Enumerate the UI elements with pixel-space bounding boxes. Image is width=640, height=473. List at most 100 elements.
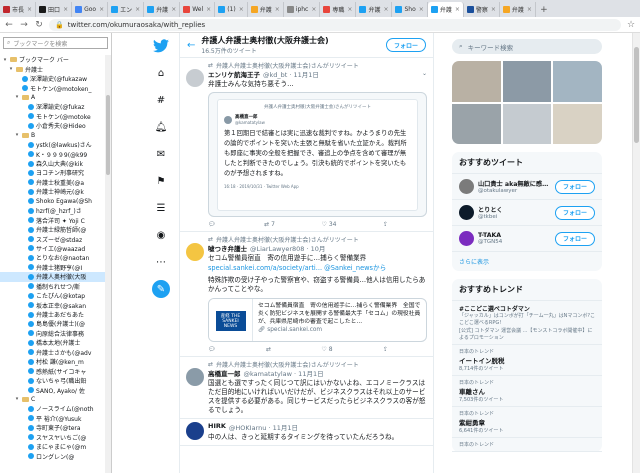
bookmark-search-input[interactable]: ⌕ ブックマークを検索	[3, 37, 108, 49]
back-arrow-icon[interactable]: ←	[4, 20, 14, 30]
follow-button[interactable]: フォロー	[554, 231, 595, 246]
close-icon[interactable]: ×	[206, 6, 211, 13]
close-icon[interactable]: ×	[311, 6, 316, 13]
bookmark-item[interactable]: ないちゃ弓(職出鉛	[0, 376, 105, 385]
bookmark-item[interactable]: 橋本太地(弁護士	[0, 338, 105, 347]
bookmark-item[interactable]: 深澤諭史(@fukaz	[0, 102, 105, 111]
profile-icon[interactable]: ◉	[152, 226, 170, 244]
search-input[interactable]: ⌕ キーワード検索	[452, 39, 602, 54]
close-icon[interactable]: ×	[63, 6, 68, 13]
bookmark-item[interactable]: 播制ちれせつ/斯	[0, 282, 105, 291]
bookmark-folder[interactable]: ▾ B	[0, 131, 105, 140]
avatar[interactable]	[186, 69, 204, 87]
page-scroll-thumb[interactable]	[634, 47, 639, 143]
chevron-down-icon[interactable]: ⌄	[422, 70, 427, 77]
suggested-user[interactable]: 山口貴士 aka無敵に感じ… @otakulawyer フォロー	[452, 174, 602, 200]
close-icon[interactable]: ×	[527, 6, 532, 13]
bookmark-item[interactable]: ロングレン(@	[0, 451, 105, 461]
envelope-icon[interactable]: ✉	[152, 145, 170, 163]
bookmark-item[interactable]: 坂本正幸(@sakan	[0, 300, 105, 310]
trend-item[interactable]: 日本のトレンド 車離さん 7,503件のツイート	[452, 376, 602, 407]
bookmark-icon[interactable]: ⚑	[152, 172, 170, 190]
media-thumbnail[interactable]	[553, 61, 602, 102]
user-name[interactable]: HIRK	[208, 422, 226, 432]
follow-button[interactable]: フォロー	[554, 205, 595, 220]
bookmark-item[interactable]: 落合洋司 ✦ Yoji C	[0, 215, 105, 225]
close-icon[interactable]: ×	[239, 6, 244, 13]
chevron-down-icon[interactable]: ▾	[14, 396, 20, 402]
avatar[interactable]	[459, 205, 474, 220]
bookmark-item[interactable]: 弁護士さかも(@adv	[0, 348, 105, 357]
browser-tab[interactable]: 弁護 ×	[500, 2, 536, 17]
bookmark-item[interactable]: 感熱紙(サイコキャ	[0, 366, 105, 376]
hashtag-explore-icon[interactable]: #	[152, 91, 170, 109]
bookmark-item[interactable]: 向原総合法律事務	[0, 329, 105, 338]
bookmark-item[interactable]: 森久山大典(@kik	[0, 159, 105, 168]
media-thumbnail[interactable]	[452, 61, 501, 102]
tweet[interactable]: ⇄ 弁護人弁護士奥村徹(大阪弁護士会)さんがリツイート 高橋直一郎 @kamat…	[180, 357, 433, 419]
home-icon[interactable]: ⌂	[152, 64, 170, 82]
close-icon[interactable]: ×	[455, 6, 460, 13]
bookmark-item[interactable]: 弁護士あだちあた	[0, 310, 105, 319]
more-circle-icon[interactable]: ⋯	[152, 253, 170, 271]
close-icon[interactable]: ×	[275, 6, 280, 13]
media-grid[interactable]	[452, 61, 602, 144]
bookmark-item[interactable]: 寺町東子(@tera	[0, 423, 105, 432]
suggested-user[interactable]: T-TAKA @TGN54 フォロー	[452, 226, 602, 252]
tweet[interactable]: HIRK @HOKIarnu · 11月1日 中の人は、きっと延期するタイミング…	[180, 419, 433, 446]
avatar[interactable]	[459, 179, 474, 194]
bookmark-item[interactable]: hzrf(@_hzrf_)さ	[0, 206, 105, 215]
reply-button[interactable]: 💬︎	[208, 220, 218, 228]
follow-button[interactable]: フォロー	[385, 38, 426, 52]
tweet-link[interactable]: special.sankei.com/a/society/arti... @Sa…	[208, 264, 427, 273]
bookmark-item[interactable]: まにゃまにゃ(@m	[0, 442, 105, 451]
bookmark-item[interactable]: 弁護人奥村徹(大阪	[0, 272, 105, 282]
bookmark-item[interactable]: 弁護士緑筋哲師(@	[0, 225, 105, 234]
reply-button[interactable]: 💬︎	[208, 345, 216, 353]
retweet-button[interactable]: ⇄ 7	[264, 220, 275, 228]
user-name[interactable]: 嘘つき弁護士	[208, 243, 247, 253]
new-tab-button[interactable]: +	[536, 2, 552, 17]
show-more-link[interactable]: さらに表示	[452, 252, 602, 271]
bookmark-item[interactable]: スヤスヤいちご(@	[0, 433, 105, 442]
page-scrollbar[interactable]	[632, 33, 640, 473]
twitter-bird-icon[interactable]	[152, 37, 170, 55]
chevron-down-icon[interactable]: ▾	[2, 57, 8, 63]
close-icon[interactable]: ×	[383, 6, 388, 13]
forward-arrow-icon[interactable]: →	[19, 20, 29, 30]
bookmark-item[interactable]: 弁護士秋重美(@a	[0, 178, 105, 187]
browser-tab[interactable]: 弁護 ×	[248, 2, 284, 17]
browser-tab[interactable]: 弁護 ×	[356, 2, 393, 17]
bookmark-scroll-thumb[interactable]	[106, 95, 110, 175]
list-icon[interactable]: ☰	[152, 199, 170, 217]
bookmark-item[interactable]: K・９９９9(@k99	[0, 149, 105, 159]
browser-tab[interactable]: 警察 ×	[464, 2, 500, 17]
media-thumbnail[interactable]	[553, 103, 602, 144]
trend-item[interactable]: 日本のトレンド	[452, 438, 602, 452]
media-thumbnail[interactable]	[502, 61, 552, 102]
browser-tab[interactable]: iphc ×	[284, 2, 321, 17]
trend-item[interactable]: 日本のトレンド イートイン脱税 8,714件のツイート	[452, 345, 602, 376]
bookmark-folder[interactable]: ▾ 弁護士	[0, 64, 105, 74]
avatar[interactable]	[186, 243, 204, 261]
tweet[interactable]: ⇄ 弁護人弁護士奥村徹(大阪弁護士会)さんがリツイート エンリケ航海王子 @kd…	[180, 58, 433, 232]
close-icon[interactable]: ×	[27, 6, 32, 13]
bookmark-item[interactable]: 小倉秀夫(@Hideo	[0, 121, 105, 130]
browser-tab[interactable]: 市長 ×	[0, 2, 37, 17]
bookmark-item[interactable]: スズーゼ@stdaz	[0, 234, 105, 244]
bookmark-folder[interactable]: ▾ C	[0, 395, 105, 404]
media-thumbnail[interactable]	[452, 103, 501, 144]
suggested-user[interactable]: とりとく @tkbei フォロー	[452, 200, 602, 226]
browser-tab[interactable]: 弁護 ×	[427, 2, 464, 17]
bookmark-item[interactable]: 島島優(弁護士)(@	[0, 319, 105, 328]
bookmark-item[interactable]: モトケン(@motoken_	[0, 83, 105, 93]
bookmark-item[interactable]: ヨコチン刑事研究	[0, 168, 105, 177]
browser-tab[interactable]: 弁護 ×	[144, 2, 181, 17]
like-button[interactable]: ♡ 34	[321, 220, 336, 228]
bookmark-item[interactable]: 村松 謙(@ken_m	[0, 357, 105, 366]
browser-tab[interactable]: (1) ×	[215, 2, 248, 17]
avatar[interactable]	[186, 422, 204, 440]
avatar[interactable]	[459, 231, 474, 246]
bookmark-item[interactable]: 弁護士神崎元(@k	[0, 187, 105, 196]
close-icon[interactable]: ×	[419, 6, 424, 13]
